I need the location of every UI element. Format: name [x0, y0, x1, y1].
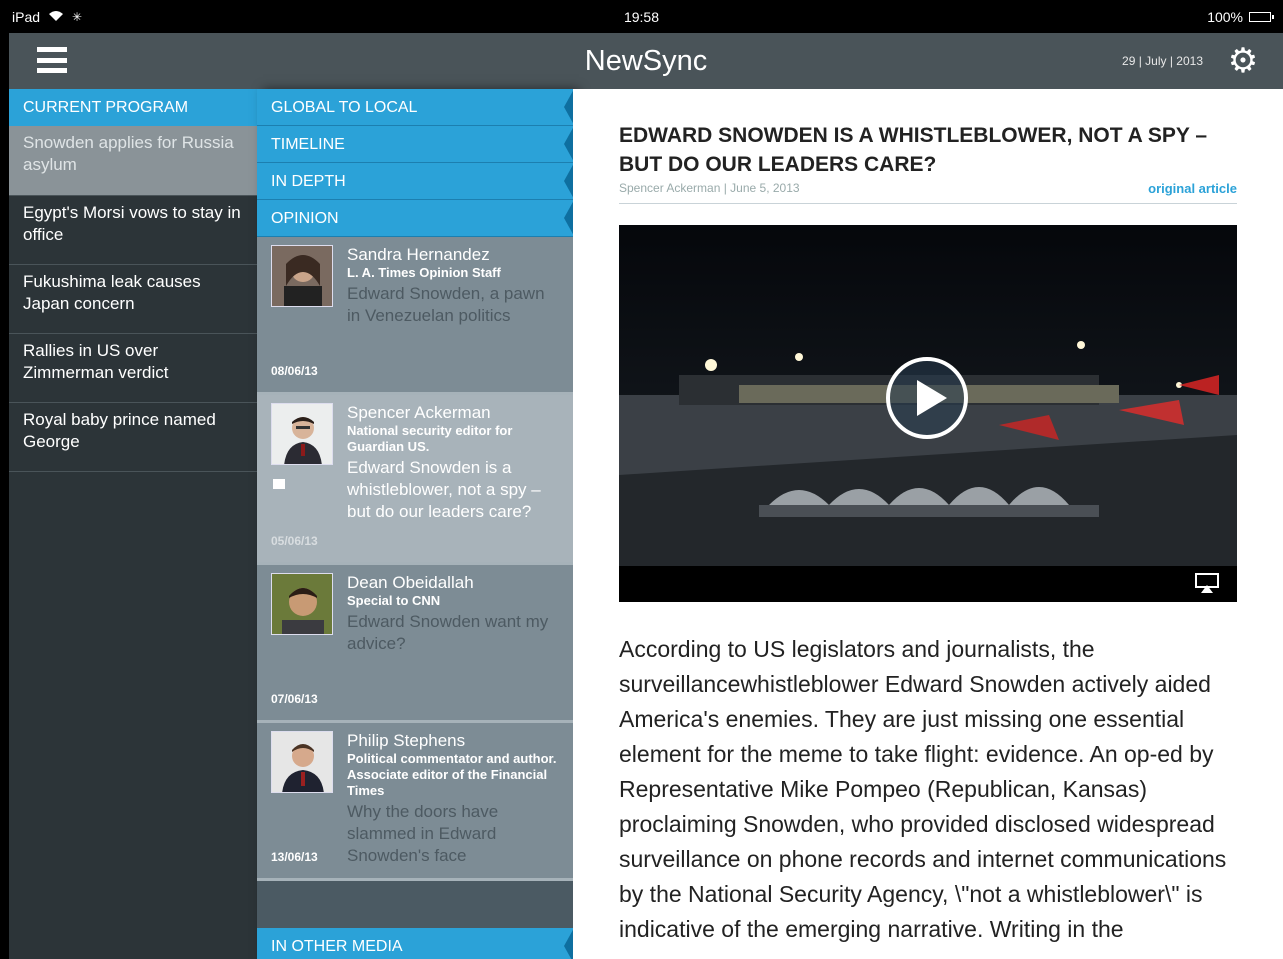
tab-in-other-media[interactable]: IN OTHER MEDIA [257, 928, 574, 959]
article-view: EDWARD SNOWDEN IS A WHISTLEBLOWER, NOT A… [573, 89, 1283, 959]
opinion-headline: Edward Snowden, a pawn in Venezuelan pol… [347, 284, 545, 325]
original-article-link[interactable]: original article [1148, 181, 1237, 196]
program-item[interactable]: Snowden applies for Russia asylum [9, 126, 257, 196]
battery-icon [1249, 12, 1274, 22]
author-role: Political commentator and author. Associ… [347, 751, 557, 798]
tab-opinion[interactable]: OPINION [257, 200, 574, 237]
author-name: Philip Stephens [347, 731, 466, 750]
author-role: National security editor for Guardian US… [347, 423, 513, 454]
current-date: 29 | July | 2013 [1122, 54, 1203, 68]
sections-panel: GLOBAL TO LOCAL TIMELINE IN DEPTH OPINIO… [257, 89, 574, 959]
opinion-headline: Why the doors have slammed in Edward Sno… [347, 802, 499, 865]
gear-icon[interactable]: ⚙ [1227, 44, 1259, 78]
avatar [271, 573, 333, 635]
program-sidebar: CURRENT PROGRAM Snowden applies for Russ… [9, 89, 257, 959]
video-icon [273, 479, 285, 489]
current-program-header: CURRENT PROGRAM [9, 89, 257, 126]
opinion-card[interactable]: Spencer Ackerman National security edito… [257, 395, 573, 565]
author-role: L. A. Times Opinion Staff [347, 265, 501, 280]
opinion-date: 13/06/13 [271, 850, 318, 864]
video-controls [619, 566, 1237, 602]
top-nav-bar: NewSync 29 | July | 2013 ⚙ [9, 33, 1283, 89]
article-byline: Spencer Ackerman | June 5, 2013 [619, 181, 800, 195]
opinion-date: 08/06/13 [271, 364, 318, 378]
tab-in-depth[interactable]: IN DEPTH [257, 163, 574, 200]
author-name: Sandra Hernandez [347, 245, 490, 264]
avatar [271, 731, 333, 793]
device-frame [0, 0, 9, 959]
opinion-date: 05/06/13 [271, 534, 318, 548]
opinion-card[interactable]: Dean Obeidallah Special to CNN Edward Sn… [257, 565, 573, 723]
airplay-icon[interactable] [1195, 573, 1219, 593]
app-title: NewSync [584, 45, 708, 77]
tab-timeline[interactable]: TIMELINE [257, 126, 574, 163]
program-item[interactable]: Rallies in US over Zimmerman verdict [9, 334, 257, 403]
battery-percent: 100% [1207, 9, 1243, 25]
author-name: Dean Obeidallah [347, 573, 474, 592]
play-button-icon[interactable] [885, 356, 969, 440]
opinion-headline: Edward Snowden is a whistleblower, not a… [347, 458, 541, 521]
opinion-card[interactable]: Philip Stephens Political commentator an… [257, 723, 573, 881]
avatar [271, 403, 333, 465]
status-time: 19:58 [623, 9, 660, 25]
video-player[interactable] [619, 225, 1237, 602]
opinion-headline: Edward Snowden want my advice? [347, 612, 549, 653]
opinion-card[interactable]: Sandra Hernandez L. A. Times Opinion Sta… [257, 237, 573, 395]
opinion-date: 07/06/13 [271, 692, 318, 706]
author-role: Special to CNN [347, 593, 441, 608]
status-bar: iPad ✳ 19:58 100% [0, 0, 1283, 33]
article-title: EDWARD SNOWDEN IS A WHISTLEBLOWER, NOT A… [619, 124, 1208, 176]
article-body: According to US legislators and journali… [619, 636, 1227, 942]
avatar [271, 245, 333, 307]
tab-global-to-local[interactable]: GLOBAL TO LOCAL [257, 89, 574, 126]
program-item[interactable]: Fukushima leak causes Japan concern [9, 265, 257, 334]
divider [619, 203, 1237, 204]
author-name: Spencer Ackerman [347, 403, 491, 422]
program-item[interactable]: Royal baby prince named George [9, 403, 257, 472]
program-item[interactable]: Egypt's Morsi vows to stay in office [9, 196, 257, 265]
